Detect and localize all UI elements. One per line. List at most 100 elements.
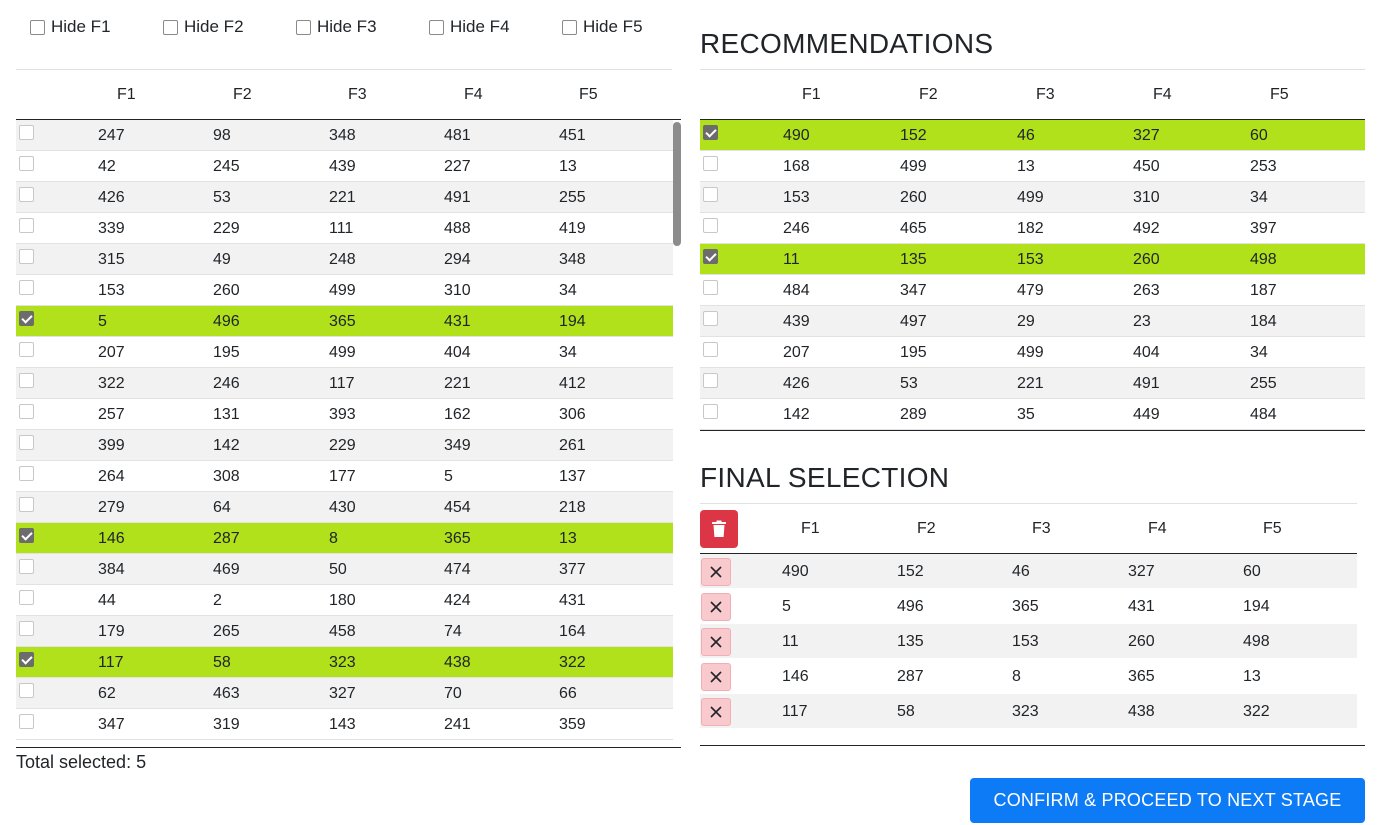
row-select-checkbox[interactable] (703, 311, 718, 326)
hide-f4-toggle[interactable]: Hide F4 (429, 16, 510, 38)
cell-f5: 137 (559, 468, 586, 485)
row-select-checkbox[interactable] (703, 249, 718, 264)
row-select-checkbox[interactable] (19, 156, 34, 171)
table-row[interactable]: 42 245 439 227 13 (16, 151, 673, 182)
table-row[interactable]: 439 497 29 23 184 (700, 306, 1365, 337)
row-select-checkbox[interactable] (19, 466, 34, 481)
clear-selection-button[interactable] (700, 510, 738, 548)
table-row[interactable]: 44 2 180 424 431 (16, 585, 673, 616)
row-select-checkbox[interactable] (703, 342, 718, 357)
cell-f5: 218 (559, 499, 586, 516)
row-select-checkbox[interactable] (703, 404, 718, 419)
remove-row-button[interactable] (701, 558, 731, 586)
row-select-checkbox[interactable] (703, 156, 718, 171)
table-row[interactable]: 5 496 365 431 194 (16, 306, 673, 337)
row-select-checkbox[interactable] (19, 559, 34, 574)
row-select-checkbox[interactable] (703, 125, 718, 140)
table-row[interactable]: 11 135 153 260 498 (700, 244, 1365, 275)
hide-f5-toggle[interactable]: Hide F5 (562, 16, 643, 38)
row-select-checkbox[interactable] (19, 280, 34, 295)
table-row[interactable]: 399 142 229 349 261 (16, 430, 673, 461)
hide-f1-toggle[interactable]: Hide F1 (30, 16, 111, 38)
hide-f1-checkbox[interactable] (30, 19, 45, 35)
hide-f2-toggle[interactable]: Hide F2 (163, 16, 244, 38)
hide-f3-toggle[interactable]: Hide F3 (296, 16, 377, 38)
total-selected-label: Total selected: 5 (16, 752, 147, 772)
cell-f5: 419 (559, 220, 586, 237)
confirm-proceed-button[interactable]: CONFIRM & PROCEED TO NEXT STAGE (970, 778, 1365, 823)
table-row[interactable]: 153 260 499 310 34 (700, 182, 1365, 213)
table-row[interactable]: 322 246 117 221 412 (16, 368, 673, 399)
cell-f4: 74 (444, 623, 462, 640)
cell-f4: 327 (1133, 127, 1160, 144)
table-row[interactable]: 257 131 393 162 306 (16, 399, 673, 430)
cell-f2: 289 (900, 406, 927, 423)
main-table-scrollbar[interactable] (673, 120, 681, 747)
row-select-checkbox[interactable] (19, 218, 34, 233)
table-row[interactable]: 207 195 499 404 34 (700, 337, 1365, 368)
column-header-f2[interactable]: F2 (233, 86, 252, 104)
remove-row-button[interactable] (701, 593, 731, 621)
table-row[interactable]: 246 465 182 492 397 (700, 213, 1365, 244)
row-select-checkbox[interactable] (19, 528, 34, 543)
row-select-checkbox[interactable] (19, 435, 34, 450)
table-row[interactable]: 146 287 8 365 13 (16, 523, 673, 554)
table-row[interactable]: 426 53 221 491 255 (16, 182, 673, 213)
column-header-f4[interactable]: F4 (464, 86, 483, 104)
row-select-checkbox[interactable] (19, 621, 34, 636)
scrollbar-thumb[interactable] (673, 122, 681, 246)
table-row[interactable]: 207 195 499 404 34 (16, 337, 673, 368)
row-select-checkbox[interactable] (19, 497, 34, 512)
row-select-checkbox[interactable] (703, 280, 718, 295)
hide-f4-checkbox[interactable] (429, 19, 444, 35)
row-select-checkbox[interactable] (703, 218, 718, 233)
remove-row-button[interactable] (701, 698, 731, 726)
remove-row-button[interactable] (701, 663, 731, 691)
row-select-checkbox[interactable] (19, 652, 34, 667)
hide-f2-checkbox[interactable] (163, 19, 178, 35)
cell-f1: 146 (98, 530, 125, 547)
hide-f5-checkbox[interactable] (562, 19, 577, 35)
row-select-checkbox[interactable] (19, 249, 34, 264)
row-select-checkbox[interactable] (19, 714, 34, 729)
table-row[interactable]: 142 289 35 449 484 (700, 399, 1365, 430)
row-select-checkbox[interactable] (19, 342, 34, 357)
table-row[interactable]: 117 58 323 438 322 (16, 647, 673, 678)
row-select-checkbox[interactable] (703, 373, 718, 388)
table-row[interactable]: 315 49 248 294 348 (16, 244, 673, 275)
cell-f3: 29 (1017, 313, 1035, 330)
cell-f4: 310 (1133, 189, 1160, 206)
hide-f3-checkbox[interactable] (296, 19, 311, 35)
column-header-f3[interactable]: F3 (348, 86, 367, 104)
cell-f1: 44 (98, 592, 116, 609)
table-row[interactable]: 279 64 430 454 218 (16, 492, 673, 523)
row-select-checkbox[interactable] (703, 187, 718, 202)
row-select-checkbox[interactable] (19, 187, 34, 202)
table-row[interactable]: 247 98 348 481 451 (16, 120, 673, 151)
main-table-body[interactable]: 247 98 348 481 451 42 245 439 227 13 426 53 221 491 25… (16, 120, 681, 748)
table-row[interactable]: 384 469 50 474 377 (16, 554, 673, 585)
row-select-checkbox[interactable] (19, 311, 34, 326)
main-table-rows: 247 98 348 481 451 42 245 439 227 13 426 53 221 491 25… (16, 120, 681, 740)
table-row[interactable]: 490 152 46 327 60 (700, 120, 1365, 151)
table-row[interactable]: 168 499 13 450 253 (700, 151, 1365, 182)
remove-row-button[interactable] (701, 628, 731, 656)
row-select-checkbox[interactable] (19, 683, 34, 698)
table-row[interactable]: 426 53 221 491 255 (700, 368, 1365, 399)
column-header-f5[interactable]: F5 (579, 86, 598, 104)
table-row[interactable]: 339 229 111 488 419 (16, 213, 673, 244)
table-row[interactable]: 153 260 499 310 34 (16, 275, 673, 306)
row-select-checkbox[interactable] (19, 404, 34, 419)
cell-f4: 5 (444, 468, 453, 485)
cell-f4: 23 (1133, 313, 1151, 330)
table-row[interactable]: 62 463 327 70 66 (16, 678, 673, 709)
row-select-checkbox[interactable] (19, 125, 34, 140)
table-row[interactable]: 484 347 479 263 187 (700, 275, 1365, 306)
column-header-f1[interactable]: F1 (117, 86, 136, 104)
final-selection-row: 5 496 365 431 194 (700, 589, 1357, 624)
table-row[interactable]: 179 265 458 74 164 (16, 616, 673, 647)
row-select-checkbox[interactable] (19, 373, 34, 388)
table-row[interactable]: 264 308 177 5 137 (16, 461, 673, 492)
table-row[interactable]: 347 319 143 241 359 (16, 709, 673, 740)
row-select-checkbox[interactable] (19, 590, 34, 605)
